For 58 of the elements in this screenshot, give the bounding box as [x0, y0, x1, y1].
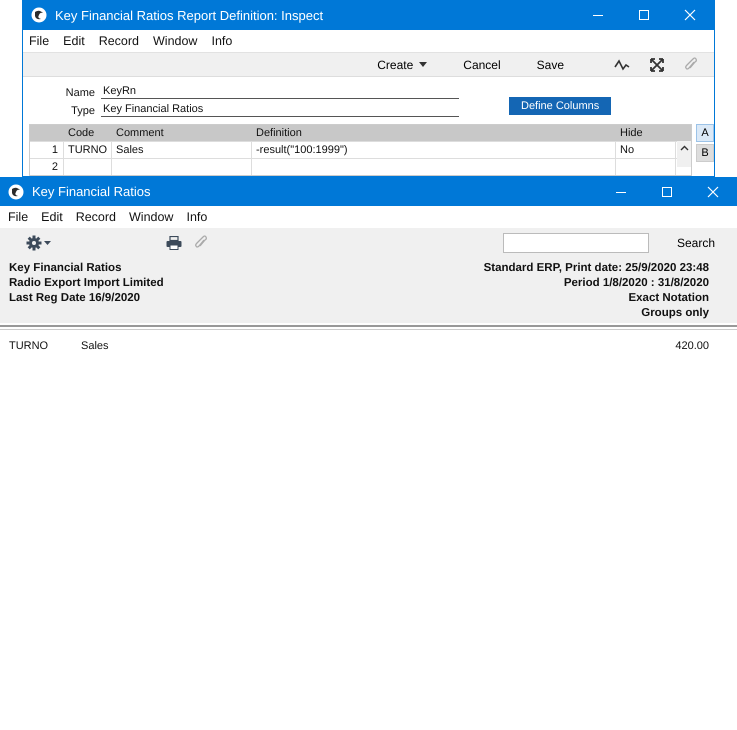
field-label: Type	[70, 105, 96, 117]
toolbar-button[interactable]: Cancel	[449, 58, 515, 72]
table-cell: Sales	[112, 142, 252, 158]
menu-item[interactable]: File	[8, 210, 28, 224]
menu-item[interactable]: File	[29, 34, 50, 48]
report-header-text: Exact Notation	[628, 291, 709, 306]
report-header-text: Standard ERP, Print date: 25/9/2020 23:48	[484, 261, 709, 276]
printer-icon[interactable]	[166, 236, 182, 250]
column-header: Comment	[115, 126, 165, 141]
menu-item[interactable]: Record	[98, 34, 139, 48]
report-header-text: Period 1/8/2020 : 31/8/2020	[564, 276, 709, 291]
table-cell: TURNO	[64, 142, 112, 158]
report-header-text: Last Reg Date 16/9/2020	[9, 291, 142, 306]
maximize-icon[interactable]	[638, 9, 650, 21]
expand-icon[interactable]	[650, 58, 664, 72]
field-label: Name	[64, 87, 96, 99]
input-field[interactable]: Key Financial Ratios	[101, 103, 459, 117]
search-field[interactable]	[502, 233, 649, 253]
table-cell: -result("100:1999")	[252, 142, 616, 158]
close-icon[interactable]	[684, 9, 696, 21]
search-button[interactable]: Search	[676, 236, 715, 250]
column-header: Hide	[619, 126, 644, 141]
menu-item[interactable]: Info	[186, 210, 208, 224]
pulse-icon[interactable]	[614, 58, 630, 70]
app-logo-icon	[8, 184, 24, 200]
toolbar-button[interactable]: Save	[522, 58, 578, 72]
side-tab[interactable]: B	[696, 144, 714, 162]
paperclip-icon[interactable]	[684, 56, 698, 72]
scroll-up-icon[interactable]	[680, 145, 688, 151]
menu-item[interactable]: Edit	[41, 210, 63, 224]
maximize-icon[interactable]	[661, 186, 673, 198]
close-icon[interactable]	[707, 186, 719, 198]
report-cell: Sales	[81, 340, 109, 352]
report-header-text: Groups only	[641, 306, 709, 321]
row-number: 2	[30, 159, 64, 175]
menu-item[interactable]: Record	[76, 210, 116, 224]
define-columns-button[interactable]: Define Columns	[509, 97, 612, 115]
table-cell: No	[616, 142, 676, 158]
row-number: 1	[30, 142, 64, 158]
menu-item[interactable]: Info	[211, 34, 232, 48]
report-cell-text: TURNO	[9, 340, 50, 352]
column-header: Code	[67, 126, 96, 141]
gear-dropdown-icon[interactable]	[26, 235, 54, 251]
scrollbar[interactable]	[677, 141, 691, 167]
side-tab[interactable]: A	[696, 124, 714, 142]
menu-item[interactable]: Edit	[63, 34, 85, 48]
create-dropdown[interactable]: Create	[363, 58, 442, 72]
menu-item[interactable]: Window	[153, 34, 198, 48]
column-header: Definition	[255, 126, 303, 141]
report-header-text: Radio Export Import Limited	[9, 276, 164, 291]
input-field[interactable]: KeyRn	[101, 85, 459, 99]
menu-item[interactable]: Window	[129, 210, 174, 224]
report-header-text: Key Financial Ratios	[9, 261, 122, 276]
report-cell: 420.00	[675, 340, 709, 352]
window-title: Key Financial Ratios	[32, 184, 150, 199]
app-logo-icon	[31, 7, 47, 23]
caret-icon	[419, 62, 428, 67]
window-title: Key Financial Ratios Report Definition: Inspect	[55, 8, 324, 22]
